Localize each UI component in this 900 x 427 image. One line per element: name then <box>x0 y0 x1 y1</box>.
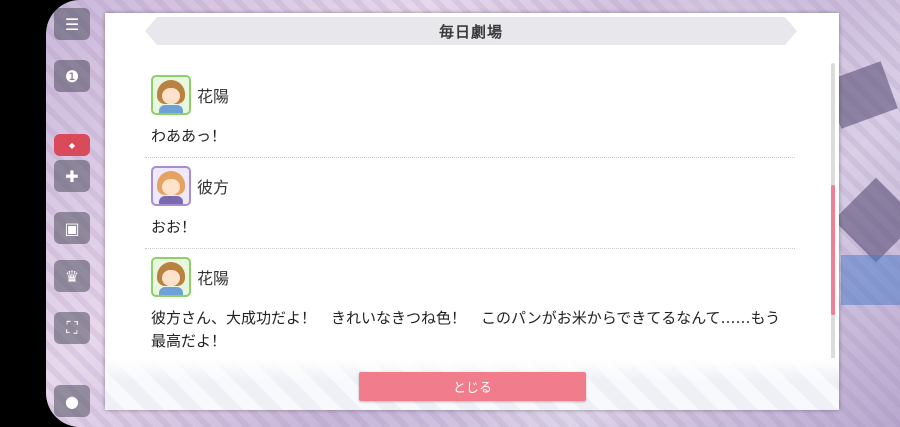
background-card <box>841 255 900 305</box>
daily-theater-dialog: 毎日劇場 花陽 わああっ！ 彼方 おお！ 花陽 彼方さん、大成功だよ！ きれいな… <box>105 13 839 410</box>
speaker-row: 花陽 <box>151 73 795 117</box>
close-button[interactable]: とじる <box>359 372 586 401</box>
fullscreen-icon[interactable]: ⛶ <box>54 312 90 344</box>
dialogue-text: 彼方さん、大成功だよ！ きれいなきつね色！ このパンがお米からできてるなんて……… <box>151 309 781 350</box>
dialog-title: 毎日劇場 <box>145 17 797 45</box>
background-card <box>833 177 900 263</box>
speaker-row: 花陽 <box>151 255 795 299</box>
trophy-icon[interactable]: ♛ <box>54 260 90 292</box>
speaker-row: 彼方 <box>151 164 795 208</box>
scrollbar-thumb[interactable] <box>831 185 835 315</box>
dialogue-text: おお！ <box>151 218 197 236</box>
profile-icon[interactable]: ● <box>54 385 90 417</box>
chat-icon[interactable]: ❶ <box>54 60 90 92</box>
speaker-name: 花陽 <box>197 269 230 288</box>
speaker-name: 彼方 <box>197 178 230 197</box>
dialogue-list[interactable]: 花陽 わああっ！ 彼方 おお！ 花陽 彼方さん、大成功だよ！ きれいなきつね色！… <box>145 67 795 372</box>
dialogue-entry: 花陽 わああっ！ <box>145 67 795 158</box>
speaker-name: 花陽 <box>197 87 230 106</box>
dialogue-entry: 花陽 彼方さん、大成功だよ！ きれいなきつね色！ このパンがお米からできてるなん… <box>145 249 795 362</box>
dialogue-text: わああっ！ <box>151 127 227 145</box>
event-icon[interactable]: ◆ <box>54 134 90 156</box>
scrollbar[interactable] <box>831 63 835 368</box>
gift-icon[interactable]: ✚ <box>54 160 90 192</box>
board-icon[interactable]: ▣ <box>54 212 90 244</box>
hanayo-avatar-icon <box>151 257 191 297</box>
dialogue-entry: 彼方 おお！ <box>145 158 795 249</box>
device-bezel <box>0 0 48 427</box>
hanayo-avatar-icon <box>151 75 191 115</box>
kanata-avatar-icon <box>151 166 191 206</box>
menu-icon[interactable]: ☰ <box>54 8 90 40</box>
